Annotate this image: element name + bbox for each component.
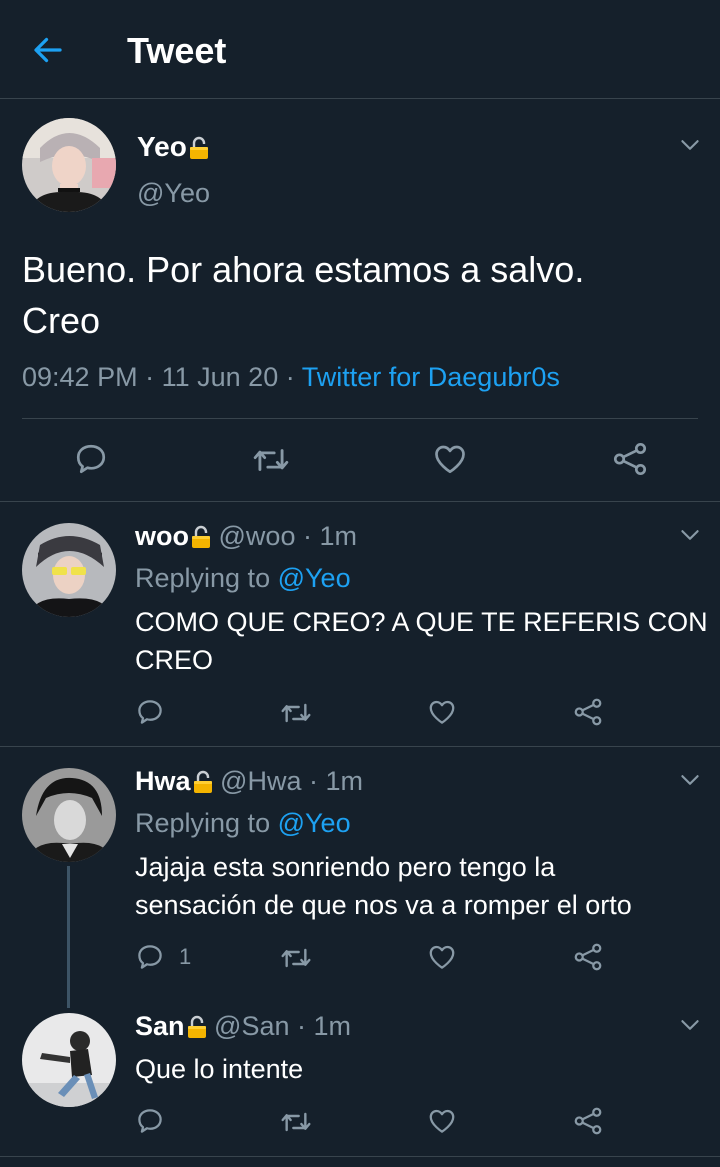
retweet-icon[interactable] — [280, 1106, 312, 1138]
avatar-yeo[interactable] — [22, 118, 116, 212]
chevron-down-icon[interactable] — [677, 132, 703, 158]
reply-action[interactable]: 1 — [135, 942, 191, 972]
heart-icon[interactable] — [427, 697, 457, 727]
chevron-down-icon[interactable] — [677, 1012, 703, 1038]
reply-icon[interactable] — [73, 441, 109, 477]
reply-icon[interactable] — [135, 942, 165, 972]
user-handle[interactable]: @San — [214, 1011, 289, 1041]
avatar-hwa[interactable] — [22, 768, 116, 862]
thread-line — [67, 866, 70, 1008]
header-divider — [0, 98, 720, 99]
retweet-icon[interactable] — [280, 697, 312, 729]
meta-divider — [22, 418, 698, 419]
reply-text-line: CREO — [135, 645, 214, 675]
reply-text: Que lo intente — [135, 1050, 303, 1088]
section-divider — [0, 501, 720, 502]
retweet-icon[interactable] — [252, 441, 290, 479]
avatar-san[interactable] — [22, 1013, 116, 1107]
reply-time: 1m — [313, 1011, 352, 1041]
share-icon[interactable] — [573, 1106, 603, 1136]
reply-text: COMO QUE CREO? A QUE TE REFERIS CON CREO — [135, 603, 708, 679]
display-name[interactable]: woo — [135, 521, 189, 551]
reply-text-line: Que lo intente — [135, 1054, 304, 1084]
meta-separator: · — [285, 362, 295, 392]
reply-icon[interactable] — [135, 1106, 165, 1136]
heart-icon[interactable] — [427, 942, 457, 972]
display-name[interactable]: Yeo — [137, 131, 187, 162]
replying-to-link[interactable]: @Yeo — [278, 563, 351, 593]
replying-to-link[interactable]: @Yeo — [278, 808, 351, 838]
meta-separator: · — [308, 766, 318, 796]
reply-text: Jajaja esta sonriendo pero tengo la sens… — [135, 848, 632, 924]
reply-icon[interactable] — [135, 697, 165, 727]
reply-time: 1m — [319, 521, 358, 551]
tweet-text-line: Creo — [22, 300, 101, 341]
reply-text-line: COMO QUE CREO? A QUE TE REFERIS CON — [135, 607, 708, 637]
reply-text-line: Jajaja esta sonriendo pero tengo la — [135, 852, 556, 882]
top-app-bar: Tweet — [0, 0, 720, 98]
lock-icon — [189, 136, 209, 160]
meta-separator: · — [297, 1011, 307, 1041]
user-handle[interactable]: @Hwa — [220, 766, 301, 796]
back-arrow-icon[interactable] — [30, 32, 66, 68]
retweet-icon[interactable] — [280, 942, 312, 974]
share-icon[interactable] — [573, 942, 603, 972]
share-icon[interactable] — [573, 697, 603, 727]
tweet-text: Bueno. Por ahora estamos a salvo. Creo — [22, 244, 584, 346]
section-divider — [0, 1156, 720, 1157]
user-handle[interactable]: @woo — [219, 521, 296, 551]
replying-to-label: Replying to — [135, 563, 271, 593]
section-divider — [0, 746, 720, 747]
tweet-source-link[interactable]: Twitter for Daegubr0s — [302, 362, 560, 392]
tweet-date: 11 Jun 20 — [161, 362, 279, 392]
lock-icon — [187, 1015, 207, 1039]
avatar-woo[interactable] — [22, 523, 116, 617]
reply-text-line: sensación de que nos va a romper el orto — [135, 890, 632, 920]
tweet-meta: 09:42 PM · 11 Jun 20 · Twitter for Daegu… — [22, 362, 560, 393]
meta-separator: · — [302, 521, 312, 551]
page-title: Tweet — [127, 30, 227, 71]
lock-icon — [193, 770, 213, 794]
reply-time: 1m — [325, 766, 364, 796]
tweet-time: 09:42 PM — [22, 362, 138, 392]
chevron-down-icon[interactable] — [677, 522, 703, 548]
heart-icon[interactable] — [432, 441, 468, 477]
meta-separator: · — [145, 362, 155, 392]
display-name[interactable]: San — [135, 1011, 185, 1041]
replying-to-label: Replying to — [135, 808, 271, 838]
chevron-down-icon[interactable] — [677, 767, 703, 793]
share-icon[interactable] — [612, 441, 648, 477]
reply-count: 1 — [179, 944, 192, 969]
user-handle[interactable]: @Yeo — [137, 178, 210, 209]
heart-icon[interactable] — [427, 1106, 457, 1136]
display-name[interactable]: Hwa — [135, 766, 191, 796]
lock-icon — [191, 525, 211, 549]
tweet-text-line: Bueno. Por ahora estamos a salvo. — [22, 249, 585, 290]
